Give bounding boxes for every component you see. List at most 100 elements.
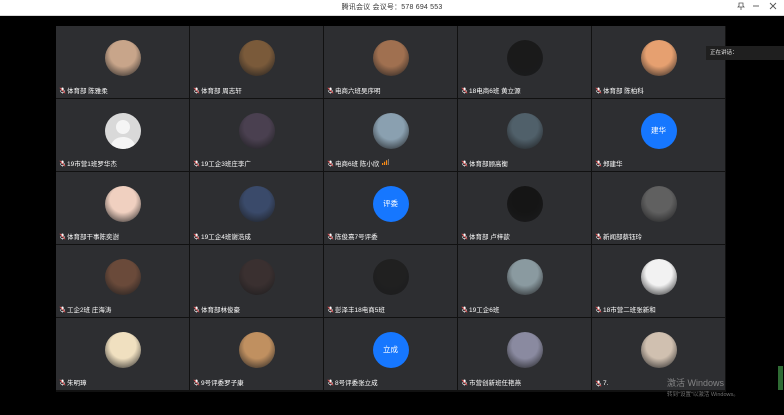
participant-name: 体育部林俊豪 <box>193 304 240 314</box>
mic-muted-icon <box>461 87 468 94</box>
minimize-icon[interactable] <box>749 1 763 14</box>
participant-tile[interactable]: 19工企3班庄李广 <box>190 99 323 171</box>
participant-name-label: 18市营二班张新和 <box>603 307 656 314</box>
mic-muted-icon <box>59 233 66 240</box>
avatar-photo <box>640 186 677 222</box>
participant-name: 7. <box>595 380 608 387</box>
participant-tile[interactable]: 评委 陈俊熹7号评委 <box>324 172 457 244</box>
participant-tile[interactable]: 19市营1班罗华杰 <box>56 99 189 171</box>
participant-name: 18电商6班 黄立源 <box>461 85 521 95</box>
mic-muted-icon <box>327 306 334 313</box>
participant-tile[interactable]: 18市营二班张新和 <box>592 245 725 317</box>
participant-tile[interactable]: 立成 8号评委张立成 <box>324 318 457 390</box>
avatar-photo <box>238 113 275 149</box>
participant-tile[interactable]: 体育部 陈雅柔 <box>56 26 189 98</box>
avatar-photo <box>372 259 409 295</box>
mic-muted-icon <box>193 306 200 313</box>
participant-name-label: 电商六班吴序明 <box>335 88 381 95</box>
participant-name-label: 体育部 陈柏科 <box>603 88 644 95</box>
title-bar: 腾讯会议 会议号：578 694 553 <box>0 0 784 16</box>
mic-muted-icon <box>327 233 334 240</box>
participant-tile[interactable]: 体育部 卢梓歆 <box>458 172 591 244</box>
participant-name-label: 电商6班 陈小欣 <box>335 161 380 168</box>
avatar-photo <box>506 259 543 295</box>
participant-name: 体育部顾高衡 <box>461 158 508 168</box>
mic-muted-icon <box>193 87 200 94</box>
participant-name: 19工企6班 <box>461 304 499 314</box>
participant-name: 彭泽丰18电商5班 <box>327 304 385 314</box>
windows-activation-watermark: 激活 Windows 转到"设置"以激活 Windows。 <box>667 376 739 398</box>
video-grid: 体育部 陈雅柔 体育部 周志轩 电商六班吴序明 18电商6班 黄立源 体育部 陈柏科 19… <box>56 26 726 392</box>
network-signal-icon <box>382 159 390 167</box>
avatar-photo <box>640 40 677 76</box>
participant-tile[interactable]: 19工企6班 <box>458 245 591 317</box>
participant-name-label: 体育部 陈雅柔 <box>67 88 108 95</box>
mic-muted-icon <box>595 87 602 94</box>
participant-name-label: 体育部顾高衡 <box>469 161 508 168</box>
avatar-photo <box>372 113 409 149</box>
mic-muted-icon <box>59 160 66 167</box>
participant-name-label: 市营创新班任艳燕 <box>469 380 521 387</box>
avatar-photo <box>506 113 543 149</box>
participant-name-label: 8号评委张立成 <box>335 380 378 387</box>
mic-muted-icon <box>595 306 602 313</box>
participant-name: 工企2班 庄海涛 <box>59 304 111 314</box>
mic-muted-icon <box>193 379 200 386</box>
participant-name-label: 19工企3班庄李广 <box>201 161 251 168</box>
avatar-initials: 立成 <box>372 332 409 368</box>
participant-tile[interactable]: 体育部 周志轩 <box>190 26 323 98</box>
participant-tile[interactable]: 电商六班吴序明 <box>324 26 457 98</box>
participant-name: 郑建华 <box>595 158 623 168</box>
participant-name: 体育部 卢梓歆 <box>461 231 510 241</box>
participant-name-label: 朱明璋 <box>67 380 87 387</box>
participant-name: 朱明璋 <box>59 377 87 387</box>
pin-icon[interactable] <box>734 1 748 14</box>
participant-name-label: 7. <box>603 380 609 387</box>
watermark-title: 激活 Windows <box>667 378 725 388</box>
avatar-photo <box>640 332 677 368</box>
avatar-photo <box>238 332 275 368</box>
participant-tile[interactable]: 19工企4班谢浩成 <box>190 172 323 244</box>
participant-name: 陈俊熹7号评委 <box>327 231 378 241</box>
participant-tile[interactable]: 电商6班 陈小欣 <box>324 99 457 171</box>
mic-muted-icon <box>461 306 468 313</box>
avatar-photo <box>104 186 141 222</box>
avatar-photo <box>104 259 141 295</box>
mic-muted-icon <box>59 87 66 94</box>
participant-name-label: 19工企6班 <box>469 307 500 314</box>
avatar-photo <box>238 259 275 295</box>
participant-tile[interactable]: 体育部干事陈奕澍 <box>56 172 189 244</box>
speaking-indicator: 正在讲话： <box>706 46 784 60</box>
participant-name: 体育部干事陈奕澍 <box>59 231 119 241</box>
participant-tile[interactable]: 体育部林俊豪 <box>190 245 323 317</box>
mic-muted-icon <box>461 233 468 240</box>
participant-name-label: 体育部干事陈奕澍 <box>67 234 119 241</box>
participant-name-label: 新闻部蔡钰玲 <box>603 234 642 241</box>
participant-name-label: 9号评委罗子康 <box>201 380 244 387</box>
participant-tile[interactable]: 体育部 陈柏科 <box>592 26 725 98</box>
close-icon[interactable] <box>766 1 780 14</box>
participant-tile[interactable]: 18电商6班 黄立源 <box>458 26 591 98</box>
participant-tile[interactable]: 工企2班 庄海涛 <box>56 245 189 317</box>
participant-name: 9号评委罗子康 <box>193 377 244 387</box>
participant-tile[interactable]: 市营创新班任艳燕 <box>458 318 591 390</box>
default-avatar-icon <box>104 113 141 149</box>
participant-name-label: 19工企4班谢浩成 <box>201 234 251 241</box>
mic-muted-icon <box>59 379 66 386</box>
avatar-photo <box>506 332 543 368</box>
participant-name: 体育部 陈雅柔 <box>59 85 108 95</box>
mic-muted-icon <box>595 380 602 387</box>
participant-name: 新闻部蔡钰玲 <box>595 231 642 241</box>
avatar-photo <box>238 186 275 222</box>
participant-tile[interactable]: 9号评委罗子康 <box>190 318 323 390</box>
participant-name: 8号评委张立成 <box>327 377 378 387</box>
participant-tile[interactable]: 朱明璋 <box>56 318 189 390</box>
mic-muted-icon <box>193 160 200 167</box>
participant-tile[interactable]: 新闻部蔡钰玲 <box>592 172 725 244</box>
mic-muted-icon <box>327 87 334 94</box>
participant-tile[interactable]: 彭泽丰18电商5班 <box>324 245 457 317</box>
avatar-photo <box>104 332 141 368</box>
participant-tile[interactable]: 建华 郑建华 <box>592 99 725 171</box>
participant-tile[interactable]: 体育部顾高衡 <box>458 99 591 171</box>
participant-name: 19市营1班罗华杰 <box>59 158 117 168</box>
